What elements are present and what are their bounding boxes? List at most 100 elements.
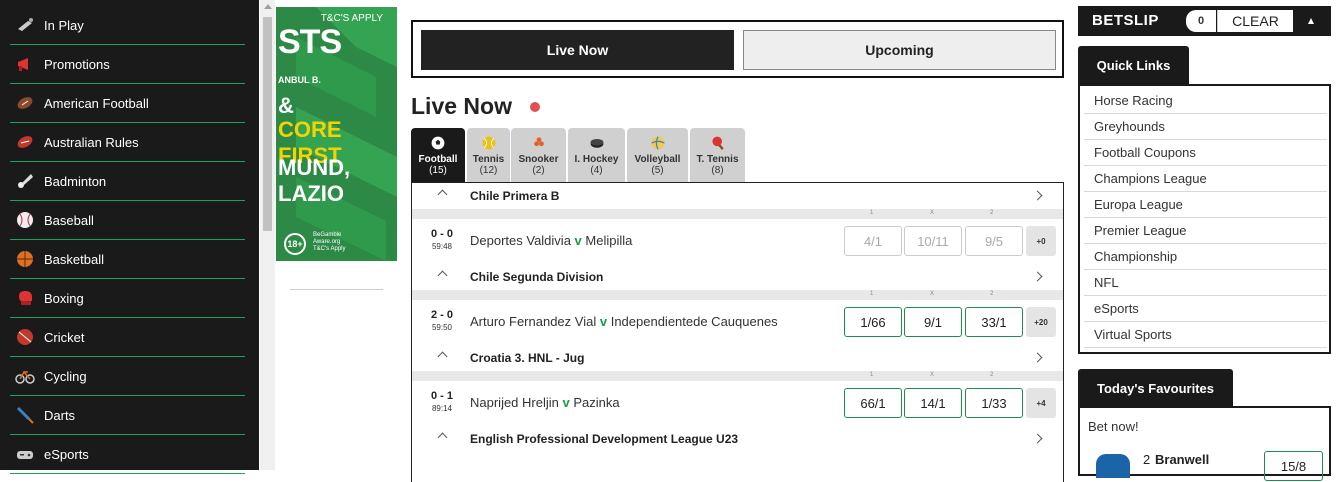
sidebar-item-label: Baseball	[44, 212, 94, 228]
betslip-count-badge: 0	[1186, 10, 1216, 32]
upcoming-button[interactable]: Upcoming	[743, 30, 1056, 70]
sidebar-item-label: Australian Rules	[44, 134, 139, 150]
sidebar-item-label: Cricket	[44, 329, 85, 345]
event-row[interactable]: 0 - 0 59:48 Deportes Valdivia v Melipilla 4…	[412, 219, 1063, 263]
sidebar-item-cricket[interactable]: Cricket	[10, 318, 245, 357]
quick-link-nfl[interactable]: NFL	[1084, 270, 1327, 296]
event-teams[interactable]: Deportes Valdivia v Melipilla	[470, 233, 632, 248]
sidebar-item-label: eSports	[44, 446, 89, 462]
league-header[interactable]: Croatia 3. HNL - Jug	[412, 345, 1063, 371]
american-football-icon	[14, 92, 36, 114]
league-name: Chile Segunda Division	[470, 270, 604, 284]
event-score-block: 0 - 0 59:48	[422, 228, 462, 251]
quick-link-horse-racing[interactable]: Horse Racing	[1084, 88, 1327, 114]
quick-link-championship[interactable]: Championship	[1084, 244, 1327, 270]
collapse-caret-icon[interactable]	[437, 270, 448, 281]
odds-button-away[interactable]: 33/1	[965, 307, 1023, 337]
collapse-caret-icon[interactable]	[437, 351, 448, 362]
sidebar-item-badminton[interactable]: Badminton	[10, 162, 245, 201]
hockey-puck-icon	[589, 135, 605, 151]
home-team: Naprijed Hreljin	[470, 395, 559, 410]
event-teams[interactable]: Naprijed Hreljin v Pazinka	[470, 395, 620, 410]
quick-links-tab[interactable]: Quick Links	[1078, 46, 1189, 85]
chevron-right-icon[interactable]	[1032, 433, 1043, 444]
banner-headline: STS	[278, 23, 342, 61]
chevron-right-icon[interactable]	[1032, 190, 1043, 201]
tab-t-tennis[interactable]: T. Tennis (8)	[690, 128, 745, 182]
league-name: Croatia 3. HNL - Jug	[470, 351, 585, 365]
odds-button-draw[interactable]: 9/1	[904, 307, 962, 337]
quick-link-champions-league[interactable]: Champions League	[1084, 166, 1327, 192]
promo-banner[interactable]: T&C'S APPLY STS ANBUL B. & CORE FIRST MU…	[276, 7, 397, 261]
scrollbar-thumb[interactable]	[263, 17, 272, 231]
megaphone-icon	[14, 53, 36, 75]
quick-link-football-coupons[interactable]: Football Coupons	[1084, 140, 1327, 166]
favourite-odds-button[interactable]: 15/8	[1264, 451, 1323, 481]
todays-favourites-tab[interactable]: Today's Favourites	[1078, 369, 1233, 407]
chevron-right-icon[interactable]	[1032, 271, 1043, 282]
odds-button-away[interactable]: 9/5	[965, 226, 1023, 256]
clear-betslip-button[interactable]: CLEAR	[1217, 10, 1293, 32]
odds-button-home[interactable]: 4/1	[844, 226, 902, 256]
tab-i-hockey[interactable]: I. Hockey (4)	[568, 128, 625, 182]
tennis-ball-icon	[481, 135, 497, 151]
event-score-block: 2 - 0 59:50	[422, 309, 462, 332]
quick-link-virtual-sports[interactable]: Virtual Sports	[1084, 322, 1327, 348]
live-now-button[interactable]: Live Now	[421, 30, 734, 70]
sidebar-item-boxing[interactable]: Boxing	[10, 279, 245, 318]
odds-button-draw[interactable]: 14/1	[904, 388, 962, 418]
sidebar-item-australian-rules[interactable]: Australian Rules	[10, 123, 245, 162]
tab-volleyball[interactable]: Volleyball (5)	[627, 128, 688, 182]
event-row[interactable]: 0 - 1 89:14 Naprijed Hreljin v Pazinka 66/1…	[412, 381, 1063, 425]
more-markets-button[interactable]: +4	[1026, 388, 1056, 418]
quick-link-greyhounds[interactable]: Greyhounds	[1084, 114, 1327, 140]
baseball-icon	[14, 209, 36, 231]
chevron-right-icon[interactable]	[1032, 352, 1043, 363]
collapse-caret-icon[interactable]	[437, 432, 448, 443]
league-header[interactable]: Chile Segunda Division	[412, 264, 1063, 290]
quick-link-esports[interactable]: eSports	[1084, 296, 1327, 322]
tab-football[interactable]: Football (15)	[411, 128, 465, 182]
live-indicator-dot	[530, 102, 540, 112]
cricket-ball-icon	[14, 326, 36, 348]
scrollbar[interactable]	[260, 0, 275, 470]
sidebar-item-promotions[interactable]: Promotions	[10, 45, 245, 84]
snooker-balls-icon	[531, 135, 547, 151]
league-header[interactable]: English Professional Development League …	[412, 426, 1063, 452]
league-header[interactable]: Chile Primera B	[412, 183, 1063, 209]
sidebar-item-baseball[interactable]: Baseball	[10, 201, 245, 240]
league-name: Chile Primera B	[470, 189, 560, 203]
runner-number: 2	[1143, 452, 1151, 467]
sidebar-item-darts[interactable]: Darts	[10, 396, 245, 435]
quick-link-europa-league[interactable]: Europa League	[1084, 192, 1327, 218]
football-icon	[430, 135, 446, 151]
tab-snooker[interactable]: Snooker (2)	[511, 128, 566, 182]
odds-button-home[interactable]: 66/1	[844, 388, 902, 418]
market-column-label: 1	[870, 291, 874, 297]
odds-button-home[interactable]: 1/66	[844, 307, 902, 337]
event-clock: 89:14	[431, 404, 453, 413]
age-18-badge: 18+	[284, 233, 306, 255]
betslip-header[interactable]: BETSLIP 0 CLEAR	[1078, 6, 1331, 36]
sidebar-item-cycling[interactable]: Cycling	[10, 357, 245, 396]
event-teams[interactable]: Arturo Fernandez Vial v Independientede …	[470, 314, 778, 329]
sidebar-item-american-football[interactable]: American Football	[10, 84, 245, 123]
collapse-arrow-icon[interactable]	[1308, 18, 1314, 24]
more-markets-button[interactable]: +20	[1026, 307, 1056, 337]
in-play-icon	[14, 14, 36, 36]
more-markets-button[interactable]: +0	[1026, 226, 1056, 256]
scroll-up-arrow-icon[interactable]	[264, 4, 272, 9]
market-columns-header: 1 X 2	[412, 209, 1063, 219]
sidebar-item-basketball[interactable]: Basketball	[10, 240, 245, 279]
quick-link-premier-league[interactable]: Premier League	[1084, 218, 1327, 244]
odds-button-away[interactable]: 1/33	[965, 388, 1023, 418]
volleyball-icon	[650, 135, 666, 151]
sidebar-item-esports[interactable]: eSports	[10, 435, 245, 474]
basketball-icon	[14, 248, 36, 270]
tab-tennis[interactable]: Tennis (12)	[467, 128, 510, 182]
event-row[interactable]: 2 - 0 59:50 Arturo Fernandez Vial v Indepe…	[412, 300, 1063, 344]
odds-button-draw[interactable]: 10/11	[904, 226, 962, 256]
collapse-caret-icon[interactable]	[437, 189, 448, 200]
sidebar-item-in-play[interactable]: In Play	[10, 6, 245, 45]
sport-tab-count: (8)	[711, 165, 724, 176]
